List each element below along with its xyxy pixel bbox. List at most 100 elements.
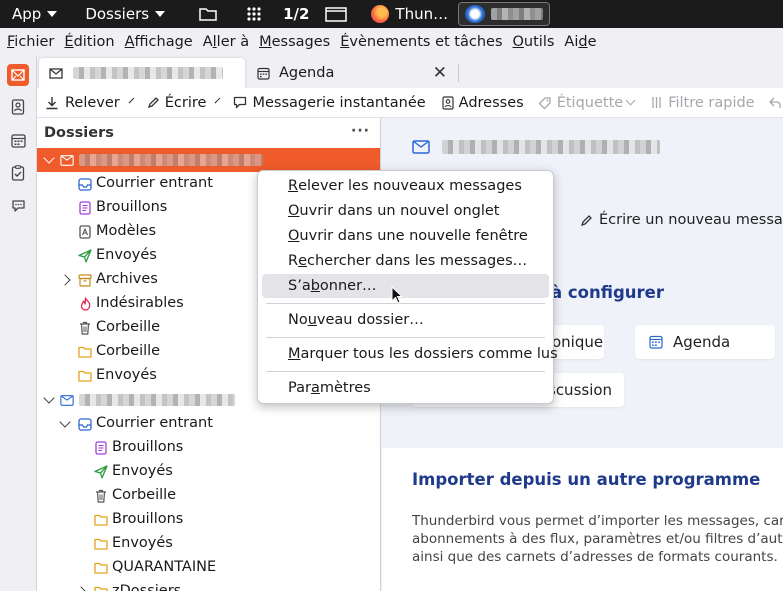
compose-new-message-link[interactable]: Écrire un nouveau message xyxy=(580,212,783,228)
tab-agenda-label: Agenda xyxy=(279,65,335,81)
overflow-button[interactable]: In xyxy=(764,88,783,117)
folder-label: Corbeille xyxy=(112,487,177,503)
calendar-icon xyxy=(649,335,663,349)
context-menu-item[interactable]: Re chercher dans les messages… xyxy=(262,249,549,273)
context-menu-item[interactable]: Ouvrir dans une nouvelle fenêtre xyxy=(262,224,549,248)
spaces-toolbar xyxy=(0,56,37,591)
menu-item-accel: O xyxy=(512,34,524,50)
tasks-space-button[interactable] xyxy=(7,162,29,184)
menu-item-text: Ai xyxy=(564,34,579,50)
menu-item-text: uvrir dans une nouvelle fenêtre xyxy=(299,228,528,244)
folder-label: Brouillons xyxy=(112,439,184,455)
context-menu-item[interactable]: Ouvrir dans un nouvel onglet xyxy=(262,199,549,223)
chevron-down-icon[interactable] xyxy=(215,97,221,104)
calendar-space-button[interactable] xyxy=(7,129,29,151)
menu-item[interactable]: Outils xyxy=(508,34,560,50)
setup-calendar-label: Agenda xyxy=(673,333,731,351)
folder-icon[interactable] xyxy=(191,0,225,28)
chevron-right-icon[interactable] xyxy=(59,274,71,286)
app-grid-icon[interactable] xyxy=(239,0,269,28)
workspace-label: Dossiers xyxy=(85,5,150,23)
menu-item[interactable]: Édition xyxy=(59,34,119,50)
desktop-indicator[interactable]: 1/2 xyxy=(275,0,317,28)
context-menu-item[interactable]: Marquer tous les dossiers comme lus xyxy=(262,342,558,366)
context-menu-item[interactable]: Par a mètres xyxy=(262,376,549,400)
folder-label: Modèles xyxy=(96,223,157,239)
menu-item-text: ichier xyxy=(14,34,55,50)
menu-separator xyxy=(266,337,545,338)
system-panel: App Dossiers 1/2 Thun… xyxy=(0,0,783,28)
folder-label: Corbeille xyxy=(96,319,161,335)
folder-row[interactable]: Brouillons xyxy=(37,508,380,532)
more-options-icon[interactable]: ··· xyxy=(351,123,370,139)
menu-item-accel: M xyxy=(288,346,301,362)
folder-row[interactable]: Envoyés xyxy=(37,532,380,556)
folder-row[interactable]: zDossiers xyxy=(37,580,380,591)
thunderbird-task-button[interactable] xyxy=(458,2,551,26)
folder-row[interactable]: QUARANTAINE xyxy=(37,556,380,580)
chevron-down-icon[interactable] xyxy=(59,416,71,428)
app-menu-button[interactable]: App xyxy=(0,0,65,28)
menu-item-accel: M xyxy=(259,34,272,50)
folder-label: Indésirables xyxy=(96,295,184,311)
tab-separator xyxy=(458,64,459,82)
tab-agenda[interactable]: Agenda ✕ xyxy=(247,58,457,88)
write-button[interactable]: Écrire xyxy=(142,88,212,117)
get-messages-button[interactable]: Relever xyxy=(37,88,125,117)
menu-item[interactable]: Aide xyxy=(559,34,601,50)
setup-section-title: à configurer xyxy=(551,283,664,302)
chat-icon xyxy=(234,96,247,109)
address-book-button[interactable]: Adresses xyxy=(437,88,529,117)
quick-filter-button[interactable]: Filtre rapide xyxy=(645,88,759,117)
chat-button[interactable]: Messagerie instantanée xyxy=(228,88,430,117)
menu-item[interactable]: Fichier xyxy=(2,34,59,50)
chevron-down-icon[interactable] xyxy=(43,152,55,164)
mail-space-button[interactable] xyxy=(7,64,29,86)
folder-row[interactable]: Corbeille xyxy=(37,484,380,508)
chevron-down-icon xyxy=(625,95,636,106)
firefox-task-button[interactable]: Thun… xyxy=(365,2,454,26)
chevron-right-icon[interactable] xyxy=(75,586,87,591)
window-icon[interactable] xyxy=(317,0,355,28)
drafts-icon xyxy=(78,201,92,215)
folder-icon xyxy=(94,513,108,527)
chat-space-button[interactable] xyxy=(7,195,29,217)
menu-item-text: e xyxy=(587,34,597,50)
folder-row[interactable]: Courrier entrant xyxy=(37,412,380,436)
archive-icon xyxy=(78,273,92,287)
folder-label: Envoyés xyxy=(96,367,157,383)
folder-row[interactable]: Envoyés xyxy=(37,460,380,484)
menu-item[interactable]: Évènements et tâches xyxy=(335,34,507,50)
import-line-3: ainsi que des carnets d’adresses de form… xyxy=(412,549,778,565)
address-book-space-button[interactable] xyxy=(7,96,29,118)
close-icon[interactable]: ✕ xyxy=(433,63,447,83)
thunderbird-icon xyxy=(465,5,486,23)
drafts-icon xyxy=(94,441,108,455)
folder-row[interactable]: Brouillons xyxy=(37,436,380,460)
compose-link-label: Écrire un nouveau message xyxy=(599,212,783,228)
menu-item-text: uvrir dans un nouvel onglet xyxy=(299,203,500,219)
get-messages-label: Relever xyxy=(65,94,120,111)
folder-icon xyxy=(94,537,108,551)
menu-item-accel: A xyxy=(124,34,135,50)
tag-button[interactable]: Étiquette xyxy=(533,88,641,117)
workspace-menu-button[interactable]: Dossiers xyxy=(77,0,173,28)
tab-mail[interactable] xyxy=(39,58,245,88)
menu-item-text: arquer tous les dossiers comme lus xyxy=(300,346,558,362)
folder-label: Envoyés xyxy=(112,463,173,479)
context-menu-item[interactable]: No u veau dossier… xyxy=(262,308,549,332)
chevron-down-icon[interactable] xyxy=(43,392,55,404)
folder-label: Envoyés xyxy=(112,535,173,551)
menu-item[interactable]: Aller à xyxy=(198,34,254,50)
menu-item-text: elever les nouveaux messages xyxy=(298,178,522,194)
trash-icon xyxy=(94,489,108,503)
setup-calendar-card[interactable]: Agenda xyxy=(635,325,775,359)
account-row[interactable] xyxy=(37,148,380,172)
redacted-account-name xyxy=(442,140,660,154)
menu-item-text: No xyxy=(288,312,308,328)
context-menu-item[interactable]: S’a b onner… xyxy=(262,274,549,298)
chevron-down-icon[interactable] xyxy=(128,97,135,104)
menu-item[interactable]: Affichage xyxy=(120,34,198,50)
menu-item[interactable]: Messages xyxy=(254,34,335,50)
context-menu-item[interactable]: Relever les nouveaux messages xyxy=(262,174,549,198)
